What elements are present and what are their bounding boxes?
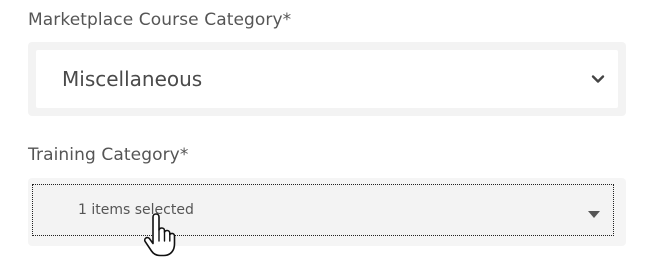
- training-selected-count: 1 items selected: [78, 202, 194, 218]
- chevron-down-icon[interactable]: [590, 71, 606, 87]
- training-category-label: Training Category*: [28, 145, 189, 165]
- marketplace-course-category-select[interactable]: Miscellaneous: [28, 42, 626, 116]
- marketplace-select-box[interactable]: Miscellaneous: [36, 50, 618, 108]
- marketplace-selected-value: Miscellaneous: [62, 67, 203, 91]
- training-category-multiselect[interactable]: 1 items selected: [28, 178, 626, 246]
- training-multiselect-box[interactable]: 1 items selected: [32, 184, 614, 236]
- marketplace-course-category-label: Marketplace Course Category*: [28, 10, 292, 30]
- caret-down-icon[interactable]: [587, 205, 601, 218]
- course-category-form: Marketplace Course Category* Miscellaneo…: [0, 0, 650, 278]
- hand-pointer-cursor-icon: [142, 213, 176, 257]
